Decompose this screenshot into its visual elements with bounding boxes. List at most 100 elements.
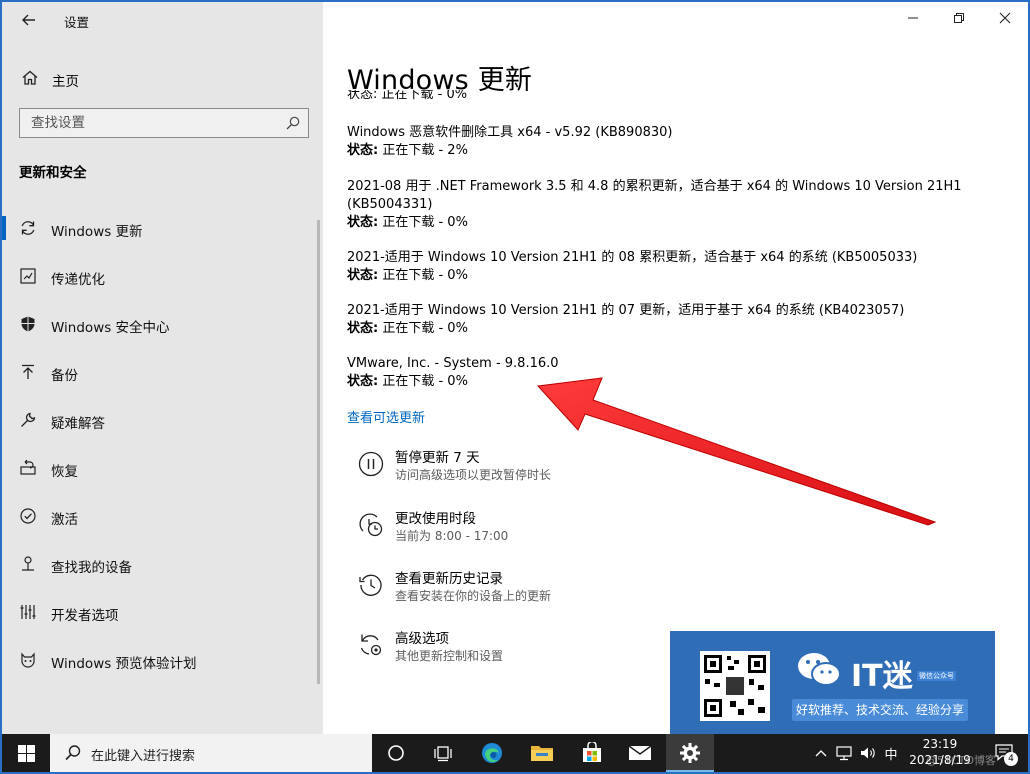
home-icon (22, 70, 38, 85)
folder-icon (531, 746, 553, 761)
delivery-optimization-icon (20, 268, 36, 284)
sidebar-item-troubleshoot[interactable]: 疑难解答 (2, 396, 323, 444)
close-button[interactable] (982, 2, 1028, 34)
search-icon (65, 745, 81, 761)
show-hidden-icons-button[interactable] (810, 734, 832, 772)
restore-icon (954, 13, 964, 23)
update-status: 状态: 正在下载 - 2% (347, 143, 468, 158)
developer-icon (20, 605, 36, 619)
option-title: 暂停更新 7 天 (395, 450, 480, 466)
recovery-icon (20, 459, 36, 475)
back-arrow-icon (22, 14, 35, 26)
back-button[interactable] (16, 8, 42, 32)
settings-search-input[interactable] (20, 109, 280, 137)
sidebar-item-delivery-optimization[interactable]: 传递优化 (2, 252, 323, 300)
update-item: 2021-适用于 Windows 10 Version 21H1 的 08 累积… (347, 249, 917, 285)
advanced-options-icon (360, 634, 382, 656)
network-status-button[interactable] (832, 734, 856, 772)
pause-icon (358, 451, 384, 477)
update-item: 2021-适用于 Windows 10 Version 21H1 的 07 更新… (347, 302, 904, 338)
sidebar-item-recovery[interactable]: 恢复 (2, 444, 323, 492)
home-label: 主页 (52, 74, 79, 90)
sidebar-item-backup[interactable]: 备份 (2, 348, 323, 396)
sidebar-item-windows-update[interactable]: Windows 更新 (2, 204, 323, 252)
option-subtitle: 当前为 8:00 - 17:00 (395, 529, 509, 543)
sidebar-item-windows-security[interactable]: Windows 安全中心 (2, 300, 323, 348)
option-subtitle: 其他更新控制和设置 (395, 649, 504, 663)
minimize-button[interactable] (890, 2, 936, 34)
refresh-icon (21, 221, 35, 235)
cortana-button[interactable] (372, 734, 420, 772)
active-hours-icon (359, 513, 383, 537)
sidebar-item-label: Windows 更新 (51, 224, 143, 240)
update-item: 2021-08 用于 .NET Framework 3.5 和 4.8 的累积更… (347, 178, 962, 232)
ime-indicator[interactable]: 中 (880, 734, 902, 772)
update-item: VMware, Inc. - System - 9.8.16.0 状态: 正在下… (347, 355, 559, 391)
store-app[interactable] (568, 734, 616, 772)
update-name: Windows 恶意软件删除工具 x64 - v5.92 (KB890830) (347, 125, 673, 140)
mail-app[interactable] (616, 734, 664, 772)
sidebar-item-label: Windows 预览体验计划 (51, 656, 197, 672)
sidebar: 设置 主页 更新和安全 Windows 更新 (2, 2, 323, 734)
sidebar-item-label: 开发者选项 (51, 608, 119, 624)
sidebar-item-find-my-device[interactable]: 查找我的设备 (2, 540, 323, 588)
insider-icon (21, 652, 35, 668)
sidebar-item-label: 激活 (51, 512, 78, 528)
taskbar-search-placeholder: 在此键入进行搜索 (91, 749, 196, 764)
windows-logo-icon (17, 744, 35, 762)
update-name: VMware, Inc. - System - 9.8.16.0 (347, 356, 559, 371)
chevron-up-icon (815, 750, 827, 757)
restore-button[interactable] (936, 2, 982, 34)
sidebar-item-label: Windows 安全中心 (51, 320, 170, 336)
sidebar-item-label: 备份 (51, 368, 78, 384)
sidebar-item-label: 疑难解答 (51, 416, 105, 432)
brand-subtitle: 微信公众号 (917, 671, 956, 681)
network-icon (836, 746, 852, 761)
update-history-option[interactable]: 查看更新历史记录 查看安装在你的设备上的更新 (353, 565, 653, 609)
home-nav-item[interactable]: 主页 (2, 62, 323, 96)
task-view-button[interactable] (420, 734, 468, 772)
taskbar-search-box[interactable]: 在此键入进行搜索 (50, 734, 372, 772)
sidebar-item-activation[interactable]: 激活 (2, 492, 323, 540)
update-name: 2021-08 用于 .NET Framework 3.5 和 4.8 的累积更… (347, 179, 962, 194)
brand-name: IT迷 (851, 659, 913, 694)
sidebar-item-developer-options[interactable]: 开发者选项 (2, 588, 323, 636)
update-status: 状态: 正在下载 - 0% (347, 374, 468, 389)
settings-search[interactable] (19, 108, 309, 138)
view-optional-updates-link[interactable]: 查看可选更新 (347, 407, 425, 426)
update-item: Windows 恶意软件删除工具 x64 - v5.92 (KB890830) … (347, 124, 672, 160)
banner-slogan: 好软推荐、技术交流、经验分享 (792, 699, 968, 721)
red-annotation-arrow (536, 377, 937, 526)
gear-icon (680, 743, 700, 763)
shield-icon (21, 316, 35, 332)
title-bar-left: 设置 (2, 2, 323, 38)
option-subtitle: 访问高级选项以更改暂停时长 (395, 468, 552, 482)
window-title: 设置 (64, 15, 90, 30)
advanced-options-option[interactable]: 高级选项 其他更新控制和设置 (353, 625, 653, 669)
promo-banner: IT迷 微信公众号 好软推荐、技术交流、经验分享 (670, 631, 995, 734)
start-button[interactable] (2, 734, 50, 772)
update-name: 2021-适用于 Windows 10 Version 21H1 的 07 更新… (347, 303, 905, 318)
backup-icon (22, 364, 34, 379)
update-status: 状态: 正在下载 - 0% (347, 321, 468, 336)
volume-button[interactable] (856, 734, 880, 772)
sidebar-scrollbar[interactable] (317, 220, 320, 684)
sidebar-nav: Windows 更新 传递优化 Windows 安全中心 备份 疑难解答 恢复 … (2, 204, 323, 684)
edge-app[interactable] (468, 734, 516, 772)
ime-label: 中 (884, 747, 898, 763)
file-explorer-app[interactable] (518, 734, 566, 772)
settings-app[interactable] (666, 734, 714, 772)
qr-code-icon (700, 651, 770, 721)
sidebar-item-label: 传递优化 (51, 272, 105, 288)
speaker-icon (861, 747, 875, 759)
minimize-icon (908, 17, 918, 19)
close-icon (999, 12, 1011, 24)
cortana-circle-icon (388, 745, 404, 761)
sidebar-item-label: 恢复 (51, 464, 78, 480)
sidebar-item-insider-program[interactable]: Windows 预览体验计划 (2, 636, 323, 684)
search-icon[interactable] (285, 115, 301, 131)
blog-watermark: @51CTO博客 (926, 754, 997, 767)
brand-logo: IT迷 微信公众号 (795, 649, 975, 694)
clock-time: 23:19 (922, 737, 958, 751)
wechat-icon (798, 653, 841, 686)
